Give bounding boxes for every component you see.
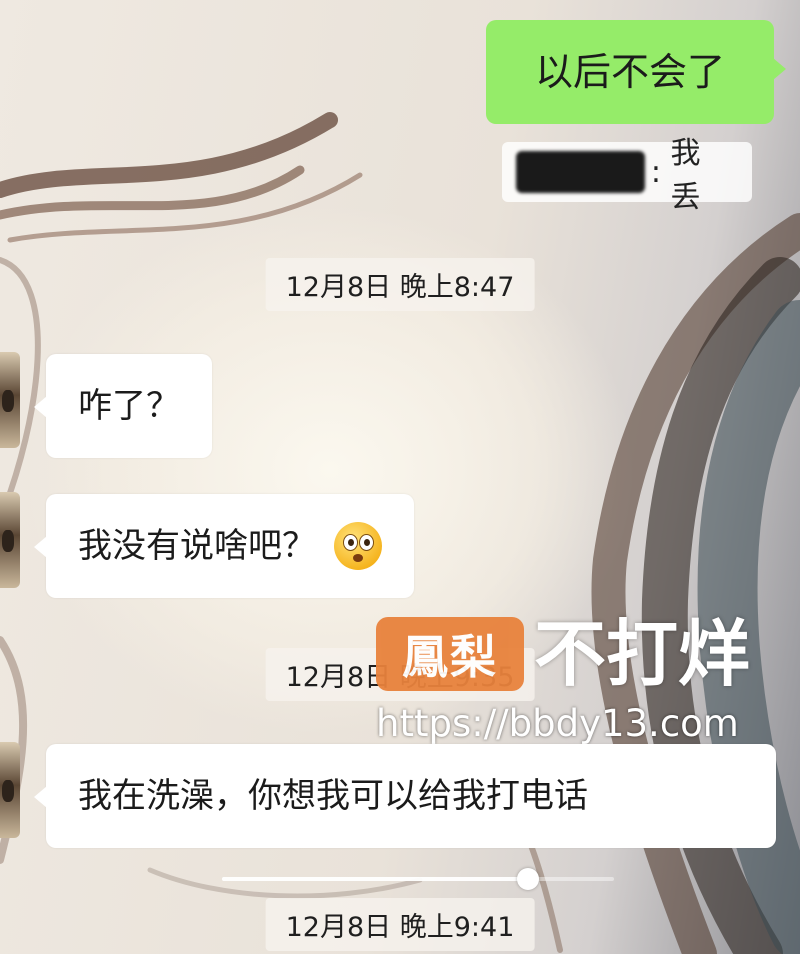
outgoing-message-bubble[interactable]: 以后不会了 <box>486 20 786 124</box>
watermark-url: https://bbdy13.com <box>376 702 739 745</box>
watermark-badge-text: 鳳梨 <box>402 630 498 684</box>
message-text: 我没有说啥吧？ <box>78 526 316 566</box>
contact-avatar[interactable] <box>0 352 20 448</box>
quoted-message[interactable]: : 我丢 <box>502 136 752 215</box>
contact-avatar[interactable] <box>0 742 20 838</box>
video-progress-fill <box>222 877 528 881</box>
message-timestamp: 12月8日 晚上8:47 <box>265 258 535 311</box>
message-timestamp: 12月8日 晚上9:41 <box>265 898 535 951</box>
astonished-face-emoji-icon <box>334 522 382 570</box>
contact-avatar[interactable] <box>0 492 20 588</box>
video-progress-handle[interactable] <box>516 868 539 890</box>
incoming-message-bubble[interactable]: 我在洗澡，你想我可以给我打电话 <box>34 744 776 848</box>
incoming-message-bubble[interactable]: 咋了？ <box>34 354 212 458</box>
redacted-name <box>516 151 645 193</box>
video-progress-bar[interactable] <box>222 868 614 890</box>
quoted-text: 我丢 <box>670 136 701 215</box>
message-text: 以后不会了 <box>534 50 725 94</box>
watermark-title: 不打烊 <box>534 612 751 696</box>
quote-separator: : <box>650 154 671 190</box>
watermark-logo: 鳳梨 <box>376 617 524 691</box>
incoming-message-bubble[interactable]: 我没有说啥吧？ <box>34 494 414 598</box>
message-text: 咋了？ <box>78 386 180 426</box>
message-text: 我在洗澡，你想我可以给我打电话 <box>78 776 588 816</box>
